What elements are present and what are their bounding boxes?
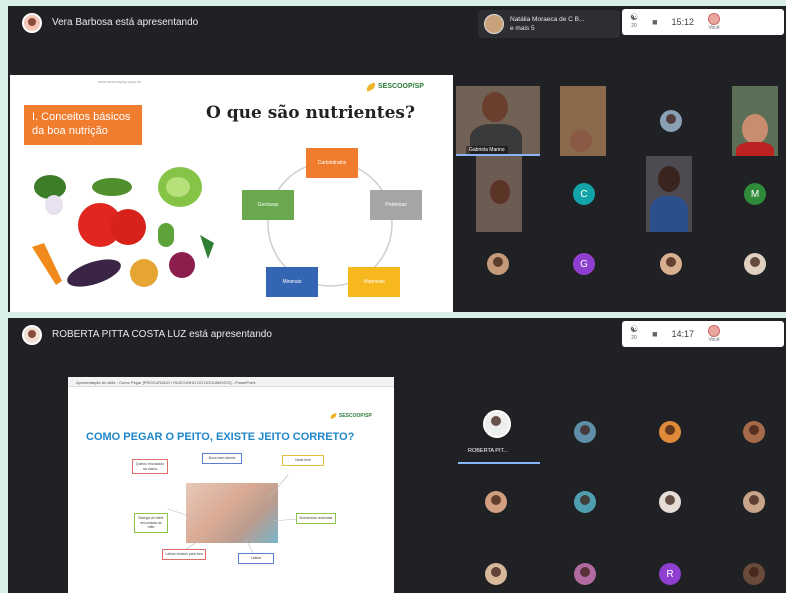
participant-tile[interactable]: [466, 472, 526, 532]
chat-icon[interactable]: ■: [652, 329, 657, 339]
people-icon[interactable]: ☯ 20: [630, 13, 638, 31]
participant-avatar: [487, 253, 509, 275]
participant-avatar: [574, 563, 596, 585]
participant-tile[interactable]: M: [725, 164, 785, 224]
participant-tile[interactable]: R: [640, 544, 700, 593]
presenting-indicator: [458, 462, 540, 464]
powerpoint-window: Apresentação do slide - Como Pegar [PROC…: [68, 377, 394, 593]
presenter-avatar: [22, 325, 42, 345]
participant-tile[interactable]: [555, 402, 615, 462]
participant-avatar: [659, 421, 681, 443]
you-label: Você: [708, 337, 720, 343]
participant-tile[interactable]: [724, 402, 784, 462]
callout-lines: [167, 474, 297, 560]
participant-avatar: [743, 563, 765, 585]
presenting-text: Vera Barbosa está apresentando: [52, 17, 199, 28]
participant-more: e mais 5: [510, 25, 535, 32]
participant-avatar: [660, 110, 682, 132]
participant-tile[interactable]: [641, 91, 701, 151]
participant-tile[interactable]: [555, 544, 615, 593]
participant-camera[interactable]: [560, 86, 606, 156]
participant-tile[interactable]: [724, 472, 784, 532]
clock: 14:17: [671, 329, 695, 339]
participant-tile[interactable]: [641, 234, 701, 294]
presenter-tile[interactable]: ROBERTA PIT...: [454, 398, 540, 468]
node-gorduras: Gorduras: [242, 190, 294, 220]
participant-tile[interactable]: G: [554, 234, 614, 294]
participant-avatar: [743, 421, 765, 443]
chat-icon[interactable]: ■: [652, 17, 657, 27]
avatar-c: C: [573, 183, 595, 205]
participant-avatar: [743, 491, 765, 513]
status-pill: ☯ 20 ■ 14:17 Você: [622, 321, 784, 347]
presented-slide: SESCOOP/SP COMO PEGAR O PEITO, EXISTE JE…: [68, 409, 394, 593]
people-icon[interactable]: ☯ 20: [630, 325, 638, 343]
meet-window-top: Vera Barbosa está apresentando Natália M…: [8, 6, 786, 312]
speaker-tile[interactable]: Gabriela Marino: [456, 86, 540, 156]
meet-window-bottom: ROBERTA PITTA COSTA LUZ está apresentand…: [8, 318, 786, 593]
participant-tile[interactable]: [466, 544, 526, 593]
callout: Bochechas redondas: [296, 513, 336, 524]
clock: 15:12: [671, 17, 695, 27]
participant-tile[interactable]: [640, 472, 700, 532]
participant-tile[interactable]: C: [554, 164, 614, 224]
node-carboidratos: Carboidratos: [306, 148, 358, 178]
participant-avatar: [485, 563, 507, 585]
you-avatar: [708, 325, 721, 337]
node-proteinas: Proteínas: [370, 190, 422, 220]
participant-tile[interactable]: [640, 402, 700, 462]
participant-camera[interactable]: [476, 156, 522, 232]
avatar-m: M: [744, 183, 766, 205]
callout: Barriga do bebê encostada na mãe: [134, 513, 168, 533]
status-pill: ☯ 20 ■ 15:12 Você: [622, 9, 784, 35]
callout: Lábios virados para fora: [162, 549, 206, 560]
callout: Boca bem aberta: [202, 453, 242, 464]
presenter-avatar: [483, 410, 511, 438]
callout: Queixo encostado na mama: [132, 459, 168, 474]
participant-avatar: [660, 253, 682, 275]
participant-tile[interactable]: [724, 544, 784, 593]
participant-camera[interactable]: [732, 86, 778, 156]
top-bar: ROBERTA PITTA COSTA LUZ está apresentand…: [8, 318, 786, 352]
top-bar: Vera Barbosa está apresentando Natália M…: [8, 6, 786, 40]
participant-avatar: [659, 491, 681, 513]
participant-tile[interactable]: [468, 234, 528, 294]
you-avatar: [708, 13, 721, 25]
you-indicator: Você: [708, 325, 721, 343]
participant-avatar: [574, 491, 596, 513]
callout: Lábios: [238, 553, 274, 564]
participant-camera[interactable]: [646, 156, 692, 232]
node-minerais: Minerais: [266, 267, 318, 297]
participant-avatar: [574, 421, 596, 443]
ppt-titlebar: Apresentação do slide - Como Pegar [PROC…: [68, 377, 394, 387]
presenter-label: ROBERTA PIT...: [468, 448, 508, 454]
speaker-label: Gabriela Marino: [466, 146, 508, 154]
callout: Nariz livre: [282, 455, 324, 466]
presenting-text: ROBERTA PITTA COSTA LUZ está apresentand…: [52, 329, 272, 340]
presented-slide: www.sescoopsp.coop.br SESCOOP/SP I. Conc…: [10, 75, 453, 312]
participant-tile[interactable]: [725, 234, 785, 294]
node-vitaminas: Vitaminas: [348, 267, 400, 297]
participant-avatar: [484, 14, 504, 34]
participant-name: Natália Moraeca de C B...: [510, 16, 585, 23]
avatar-r: R: [659, 563, 681, 585]
avatar-g: G: [573, 253, 595, 275]
participants-chip[interactable]: Natália Moraeca de C B... e mais 5: [478, 10, 620, 38]
you-indicator: Você: [708, 13, 721, 31]
participant-avatar: [485, 491, 507, 513]
you-label: Você: [708, 25, 720, 31]
presenter-avatar: [22, 13, 42, 33]
participant-avatar: [744, 253, 766, 275]
participant-tile[interactable]: [555, 472, 615, 532]
